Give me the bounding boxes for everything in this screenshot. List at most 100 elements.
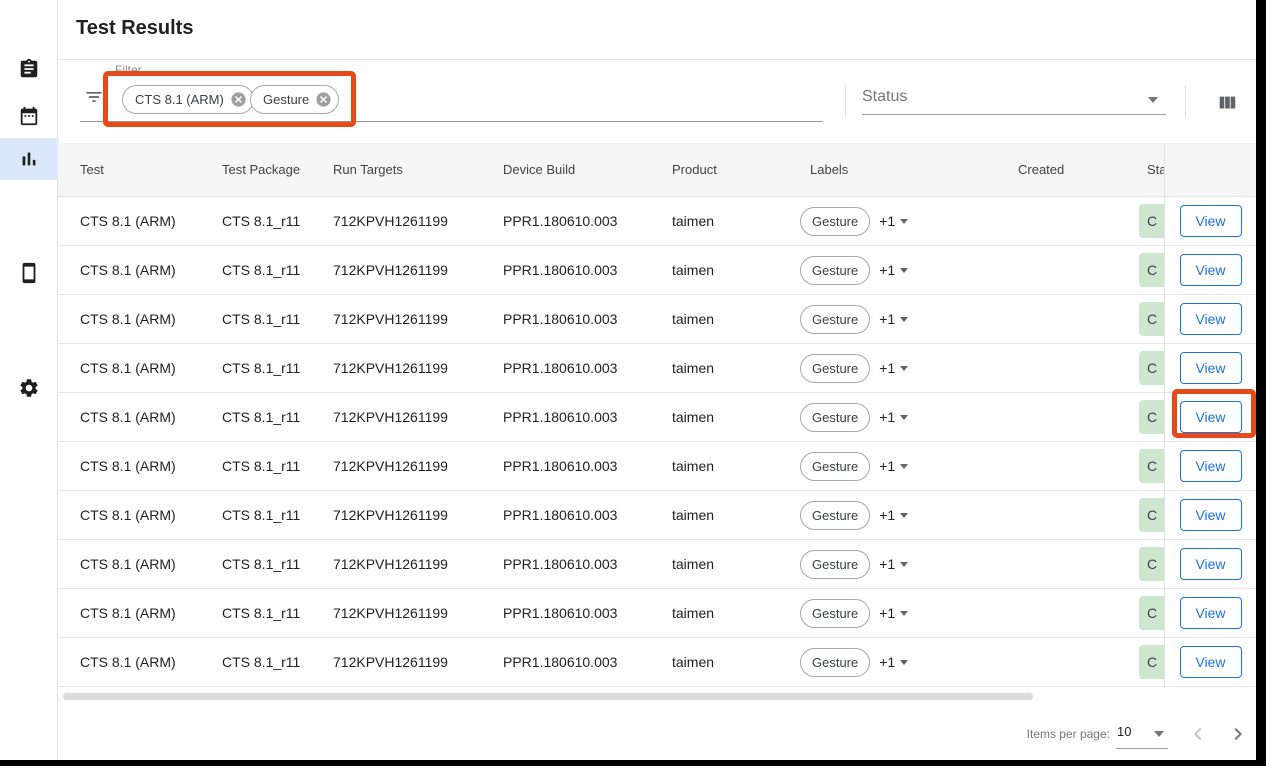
label-chip[interactable]: Gesture xyxy=(800,305,870,334)
more-labels-expander[interactable]: +1 xyxy=(879,458,908,474)
status-select-placeholder: Status xyxy=(862,88,907,105)
table-row[interactable]: CTS 8.1 (ARM) CTS 8.1_r11 712KPVH1261199… xyxy=(58,295,1164,344)
filter-icon[interactable] xyxy=(84,87,104,107)
table-row[interactable]: CTS 8.1 (ARM) CTS 8.1_r11 712KPVH1261199… xyxy=(58,344,1164,393)
view-button[interactable]: View xyxy=(1180,401,1242,433)
status-badge: C xyxy=(1139,498,1164,532)
view-button[interactable]: View xyxy=(1180,303,1242,335)
top-bar: Test Results xyxy=(58,0,1256,60)
action-cell: View xyxy=(1165,540,1256,589)
more-labels-count: +1 xyxy=(879,360,895,376)
sidebar xyxy=(0,0,58,760)
view-button[interactable]: View xyxy=(1180,646,1242,678)
view-button[interactable]: View xyxy=(1180,597,1242,629)
cell-labels: Gesture +1 xyxy=(800,207,1018,236)
status-badge: C xyxy=(1139,645,1164,679)
table-row[interactable]: CTS 8.1 (ARM) CTS 8.1_r11 712KPVH1261199… xyxy=(58,540,1164,589)
more-labels-expander[interactable]: +1 xyxy=(879,605,908,621)
screen-edge-bar xyxy=(0,760,1266,766)
column-header-created[interactable]: Created xyxy=(1018,162,1139,177)
sidebar-item-settings[interactable] xyxy=(0,367,58,409)
status-badge: C xyxy=(1139,204,1164,238)
chevron-down-icon xyxy=(900,219,908,224)
more-labels-expander[interactable]: +1 xyxy=(879,213,908,229)
cell-test: CTS 8.1 (ARM) xyxy=(80,556,222,572)
view-button[interactable]: View xyxy=(1180,205,1242,237)
view-button[interactable]: View xyxy=(1180,548,1242,580)
filter-chip-cts-label: CTS 8.1 (ARM) xyxy=(135,92,224,107)
cell-run-targets: 712KPVH1261199 xyxy=(333,507,503,523)
column-header-status[interactable]: Stat xyxy=(1139,162,1164,177)
more-labels-expander[interactable]: +1 xyxy=(879,360,908,376)
items-per-page-value[interactable]: 10 xyxy=(1117,724,1131,739)
table-row[interactable]: CTS 8.1 (ARM) CTS 8.1_r11 712KPVH1261199… xyxy=(58,393,1164,442)
table-row[interactable]: CTS 8.1 (ARM) CTS 8.1_r11 712KPVH1261199… xyxy=(58,197,1164,246)
divider xyxy=(1185,85,1186,118)
more-labels-expander[interactable]: +1 xyxy=(879,311,908,327)
sidebar-item-devices[interactable] xyxy=(0,252,58,294)
more-labels-count: +1 xyxy=(879,458,895,474)
table-row[interactable]: CTS 8.1 (ARM) CTS 8.1_r11 712KPVH1261199… xyxy=(58,442,1164,491)
view-columns-icon[interactable] xyxy=(1216,92,1238,114)
bar-chart-icon xyxy=(18,148,40,170)
cell-product: taimen xyxy=(672,507,800,523)
chevron-down-icon[interactable] xyxy=(1154,731,1164,737)
column-header-device-build[interactable]: Device Build xyxy=(503,162,672,177)
label-chip[interactable]: Gesture xyxy=(800,550,870,579)
more-labels-expander[interactable]: +1 xyxy=(879,507,908,523)
horizontal-scrollbar[interactable] xyxy=(63,693,1033,700)
table-row[interactable]: CTS 8.1 (ARM) CTS 8.1_r11 712KPVH1261199… xyxy=(58,491,1164,540)
column-header-test[interactable]: Test xyxy=(80,162,222,177)
sidebar-item-tests[interactable] xyxy=(0,48,58,90)
items-per-page-underline xyxy=(1116,748,1168,749)
close-icon[interactable] xyxy=(315,91,332,108)
sidebar-item-plans[interactable] xyxy=(0,95,58,137)
filter-field-label: Filter xyxy=(115,63,142,77)
chevron-down-icon xyxy=(900,464,908,469)
table-row[interactable]: CTS 8.1 (ARM) CTS 8.1_r11 712KPVH1261199… xyxy=(58,589,1164,638)
more-labels-expander[interactable]: +1 xyxy=(879,262,908,278)
label-chip[interactable]: Gesture xyxy=(800,207,870,236)
cell-product: taimen xyxy=(672,262,800,278)
more-labels-count: +1 xyxy=(879,213,895,229)
view-button[interactable]: View xyxy=(1180,499,1242,531)
status-select[interactable]: Status xyxy=(862,88,1166,115)
cell-product: taimen xyxy=(672,654,800,670)
action-cell: View xyxy=(1165,393,1256,442)
table-row[interactable]: CTS 8.1 (ARM) CTS 8.1_r11 712KPVH1261199… xyxy=(58,246,1164,295)
label-chip[interactable]: Gesture xyxy=(800,648,870,677)
table-row[interactable]: CTS 8.1 (ARM) CTS 8.1_r11 712KPVH1261199… xyxy=(58,638,1164,687)
filter-chip-gesture[interactable]: Gesture xyxy=(250,85,339,114)
cell-test: CTS 8.1 (ARM) xyxy=(80,458,222,474)
cell-status: C xyxy=(1139,449,1164,483)
label-chip[interactable]: Gesture xyxy=(800,501,870,530)
action-column: View View View View View View View View … xyxy=(1164,143,1256,688)
filter-chip-cts[interactable]: CTS 8.1 (ARM) xyxy=(122,85,254,114)
test-results-page: Test Results Filter CTS 8.1 (ARM) Gestur… xyxy=(0,0,1266,766)
page-title: Test Results xyxy=(76,17,193,40)
column-header-test-package[interactable]: Test Package xyxy=(222,162,333,177)
sidebar-item-test-results[interactable] xyxy=(0,138,58,180)
view-button[interactable]: View xyxy=(1180,254,1242,286)
label-chip[interactable]: Gesture xyxy=(800,354,870,383)
label-chip[interactable]: Gesture xyxy=(800,256,870,285)
previous-page-icon[interactable] xyxy=(1186,722,1210,746)
view-button[interactable]: View xyxy=(1180,450,1242,482)
cell-status: C xyxy=(1139,302,1164,336)
more-labels-expander[interactable]: +1 xyxy=(879,409,908,425)
view-button[interactable]: View xyxy=(1180,352,1242,384)
label-chip[interactable]: Gesture xyxy=(800,599,870,628)
column-header-labels[interactable]: Labels xyxy=(800,162,1018,177)
more-labels-expander[interactable]: +1 xyxy=(879,654,908,670)
column-header-product[interactable]: Product xyxy=(672,162,800,177)
more-labels-expander[interactable]: +1 xyxy=(879,556,908,572)
column-header-run-targets[interactable]: Run Targets xyxy=(333,162,503,177)
more-labels-count: +1 xyxy=(879,654,895,670)
close-icon[interactable] xyxy=(230,91,247,108)
status-badge: C xyxy=(1139,449,1164,483)
next-page-icon[interactable] xyxy=(1226,722,1250,746)
label-chip[interactable]: Gesture xyxy=(800,403,870,432)
label-chip[interactable]: Gesture xyxy=(800,452,870,481)
cell-device-build: PPR1.180610.003 xyxy=(503,458,672,474)
action-cell: View xyxy=(1165,491,1256,540)
